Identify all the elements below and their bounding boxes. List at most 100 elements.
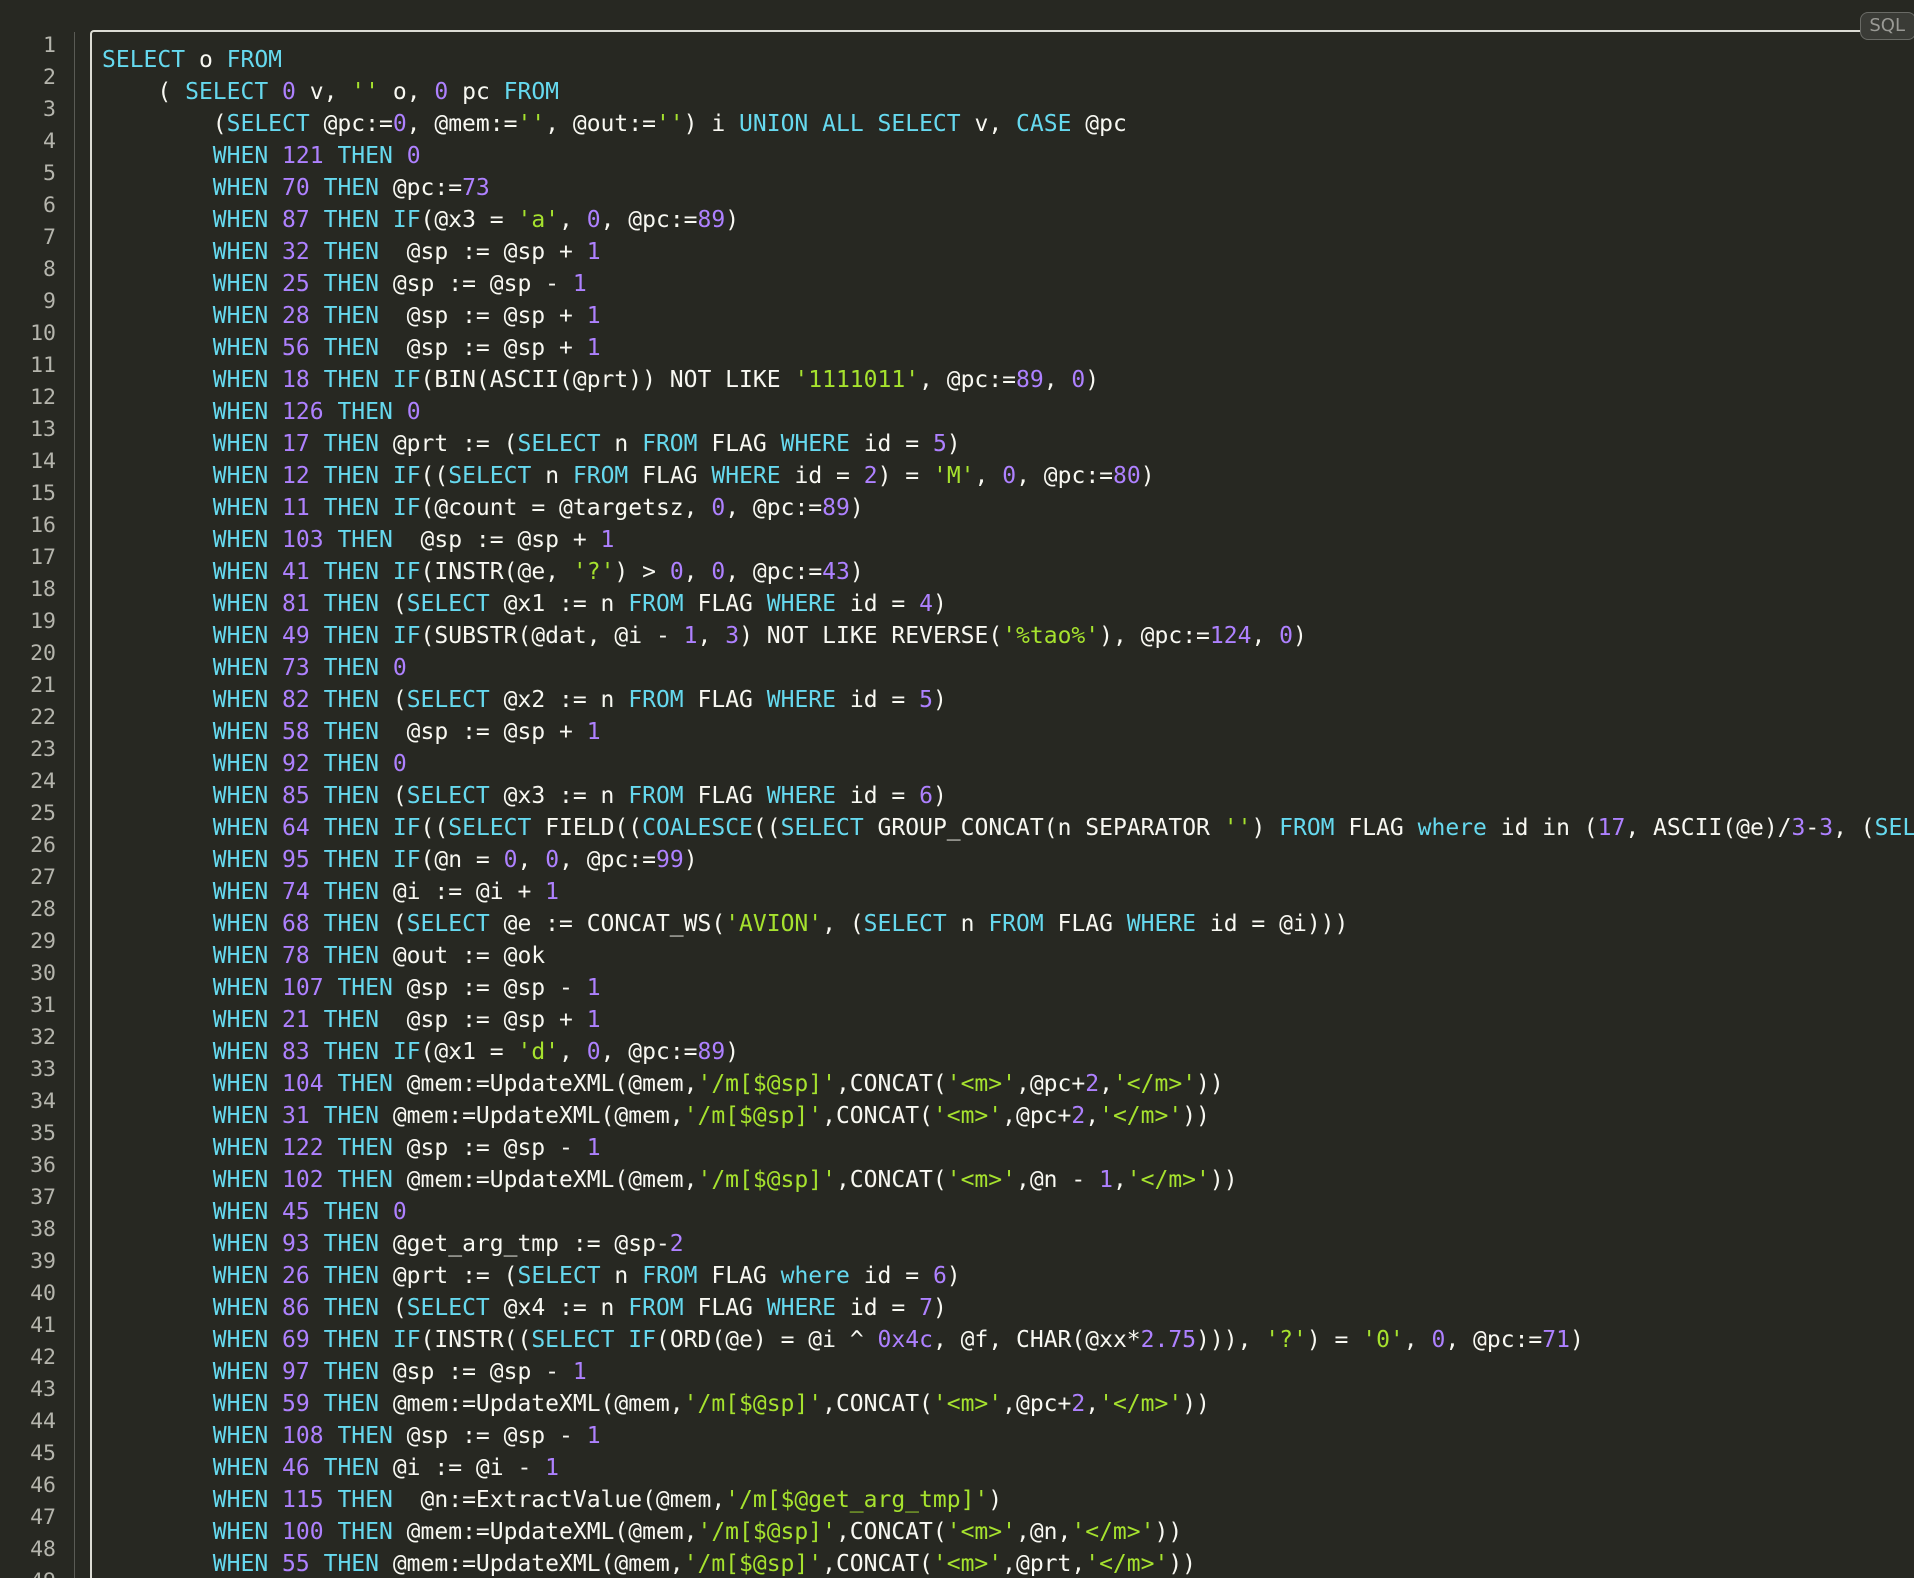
code-line[interactable]: WHEN 49 THEN IF(SUBSTR(@dat, @i - 1, 3) … [102, 620, 1914, 652]
line-number: 9 [43, 289, 56, 314]
line-number: 39 [30, 1249, 56, 1274]
code-line[interactable]: WHEN 83 THEN IF(@x1 = 'd', 0, @pc:=89) [102, 1036, 1914, 1068]
code-line[interactable]: WHEN 64 THEN IF((SELECT FIELD((COALESCE(… [102, 812, 1914, 844]
line-number: 20 [30, 641, 56, 666]
line-number: 41 [30, 1313, 56, 1338]
line-number: 44 [30, 1409, 56, 1434]
line-number: 28 [30, 897, 56, 922]
code-line[interactable]: WHEN 26 THEN @prt := (SELECT n FROM FLAG… [102, 1260, 1914, 1292]
line-number: 43 [30, 1377, 56, 1402]
code-line[interactable]: WHEN 87 THEN IF(@x3 = 'a', 0, @pc:=89) [102, 204, 1914, 236]
line-number: 33 [30, 1057, 56, 1082]
line-number: 24 [30, 769, 56, 794]
code-line[interactable]: ( SELECT 0 v, '' o, 0 pc FROM [102, 76, 1914, 108]
line-number: 45 [30, 1441, 56, 1466]
code-line[interactable]: WHEN 17 THEN @prt := (SELECT n FROM FLAG… [102, 428, 1914, 460]
code-line[interactable]: WHEN 21 THEN @sp := @sp + 1 [102, 1004, 1914, 1036]
gutter-divider [74, 32, 75, 1578]
line-number: 22 [30, 705, 56, 730]
line-number: 11 [30, 353, 56, 378]
code-line[interactable]: WHEN 86 THEN (SELECT @x4 := n FROM FLAG … [102, 1292, 1914, 1324]
code-line[interactable]: WHEN 56 THEN @sp := @sp + 1 [102, 332, 1914, 364]
code-line[interactable]: WHEN 32 THEN @sp := @sp + 1 [102, 236, 1914, 268]
line-number: 32 [30, 1025, 56, 1050]
code-line[interactable]: WHEN 108 THEN @sp := @sp - 1 [102, 1420, 1914, 1452]
line-number: 46 [30, 1473, 56, 1498]
line-number: 27 [30, 865, 56, 890]
code-line[interactable]: WHEN 68 THEN (SELECT @e := CONCAT_WS('AV… [102, 908, 1914, 940]
line-number: 37 [30, 1185, 56, 1210]
line-number: 40 [30, 1281, 56, 1306]
line-number: 21 [30, 673, 56, 698]
line-number: 2 [43, 65, 56, 90]
line-number: 5 [43, 161, 56, 186]
code-line[interactable]: WHEN 100 THEN @mem:=UpdateXML(@mem,'/m[$… [102, 1516, 1914, 1548]
code-line[interactable]: WHEN 25 THEN @sp := @sp - 1 [102, 268, 1914, 300]
code-line[interactable]: WHEN 85 THEN (SELECT @x3 := n FROM FLAG … [102, 780, 1914, 812]
code-line[interactable]: WHEN 122 THEN @sp := @sp - 1 [102, 1132, 1914, 1164]
code-editor[interactable]: 1 2 3 4 5 6 7 8 9 10 11 12 13 14 15 16 17 18 19 20 21 22 23 24 2… [0, 0, 1914, 1578]
line-number: 17 [30, 545, 56, 570]
code-line[interactable]: WHEN 31 THEN @mem:=UpdateXML(@mem,'/m[$@… [102, 1100, 1914, 1132]
code-block[interactable]: SELECT o FROM ( SELECT 0 v, '' o, 0 pc F… [90, 30, 1914, 1578]
line-number: 31 [30, 993, 56, 1018]
code-line[interactable]: WHEN 12 THEN IF((SELECT n FROM FLAG WHER… [102, 460, 1914, 492]
code-line[interactable]: WHEN 46 THEN @i := @i - 1 [102, 1452, 1914, 1484]
line-number: 14 [30, 449, 56, 474]
line-number: 25 [30, 801, 56, 826]
code-line[interactable]: WHEN 93 THEN @get_arg_tmp := @sp-2 [102, 1228, 1914, 1260]
line-number: 6 [43, 193, 56, 218]
line-number: 48 [30, 1537, 56, 1562]
code-line[interactable]: WHEN 18 THEN IF(BIN(ASCII(@prt)) NOT LIK… [102, 364, 1914, 396]
code-line[interactable]: WHEN 126 THEN 0 [102, 396, 1914, 428]
line-number: 23 [30, 737, 56, 762]
code-line[interactable]: WHEN 92 THEN 0 [102, 748, 1914, 780]
code-line[interactable]: WHEN 95 THEN IF(@n = 0, 0, @pc:=99) [102, 844, 1914, 876]
code-line[interactable]: WHEN 55 THEN @mem:=UpdateXML(@mem,'/m[$@… [102, 1548, 1914, 1578]
code-line[interactable]: WHEN 107 THEN @sp := @sp - 1 [102, 972, 1914, 1004]
line-number: 13 [30, 417, 56, 442]
code-line[interactable]: WHEN 73 THEN 0 [102, 652, 1914, 684]
code-line[interactable]: WHEN 103 THEN @sp := @sp + 1 [102, 524, 1914, 556]
line-number: 3 [43, 97, 56, 122]
line-number: 29 [30, 929, 56, 954]
code-line[interactable]: WHEN 69 THEN IF(INSTR((SELECT IF(ORD(@e)… [102, 1324, 1914, 1356]
line-number-gutter: 1 2 3 4 5 6 7 8 9 10 11 12 13 14 15 16 17 18 19 20 21 22 23 24 2… [0, 30, 76, 1578]
code-line[interactable]: WHEN 58 THEN @sp := @sp + 1 [102, 716, 1914, 748]
code-line[interactable]: WHEN 82 THEN (SELECT @x2 := n FROM FLAG … [102, 684, 1914, 716]
line-number: 42 [30, 1345, 56, 1370]
code-line[interactable]: WHEN 59 THEN @mem:=UpdateXML(@mem,'/m[$@… [102, 1388, 1914, 1420]
line-number: 18 [30, 577, 56, 602]
line-number: 4 [43, 129, 56, 154]
code-line[interactable]: WHEN 115 THEN @n:=ExtractValue(@mem,'/m[… [102, 1484, 1914, 1516]
line-number: 16 [30, 513, 56, 538]
code-content[interactable]: SELECT o FROM ( SELECT 0 v, '' o, 0 pc F… [92, 32, 1914, 1578]
code-line[interactable]: WHEN 97 THEN @sp := @sp - 1 [102, 1356, 1914, 1388]
code-line[interactable]: WHEN 28 THEN @sp := @sp + 1 [102, 300, 1914, 332]
code-line[interactable]: WHEN 70 THEN @pc:=73 [102, 172, 1914, 204]
code-line[interactable]: WHEN 78 THEN @out := @ok [102, 940, 1914, 972]
line-number: 26 [30, 833, 56, 858]
code-line[interactable]: WHEN 74 THEN @i := @i + 1 [102, 876, 1914, 908]
code-line[interactable]: WHEN 102 THEN @mem:=UpdateXML(@mem,'/m[$… [102, 1164, 1914, 1196]
line-number: 35 [30, 1121, 56, 1146]
line-number: 1 [43, 33, 56, 58]
code-line[interactable]: WHEN 41 THEN IF(INSTR(@e, '?') > 0, 0, @… [102, 556, 1914, 588]
line-number: 12 [30, 385, 56, 410]
code-line[interactable]: WHEN 11 THEN IF(@count = @targetsz, 0, @… [102, 492, 1914, 524]
line-number: 38 [30, 1217, 56, 1242]
line-number: 30 [30, 961, 56, 986]
code-line[interactable]: (SELECT @pc:=0, @mem:='', @out:='') i UN… [102, 108, 1914, 140]
line-number: 8 [43, 257, 56, 282]
line-number: 34 [30, 1089, 56, 1114]
line-number: 7 [43, 225, 56, 250]
code-line[interactable]: WHEN 45 THEN 0 [102, 1196, 1914, 1228]
code-line[interactable]: WHEN 121 THEN 0 [102, 140, 1914, 172]
code-line[interactable]: WHEN 104 THEN @mem:=UpdateXML(@mem,'/m[$… [102, 1068, 1914, 1100]
line-number: 47 [30, 1505, 56, 1530]
code-line[interactable]: SELECT o FROM [102, 44, 1914, 76]
code-line[interactable]: WHEN 81 THEN (SELECT @x1 := n FROM FLAG … [102, 588, 1914, 620]
language-badge: SQL [1860, 12, 1914, 40]
line-number: 10 [30, 321, 56, 346]
line-number: 19 [30, 609, 56, 634]
